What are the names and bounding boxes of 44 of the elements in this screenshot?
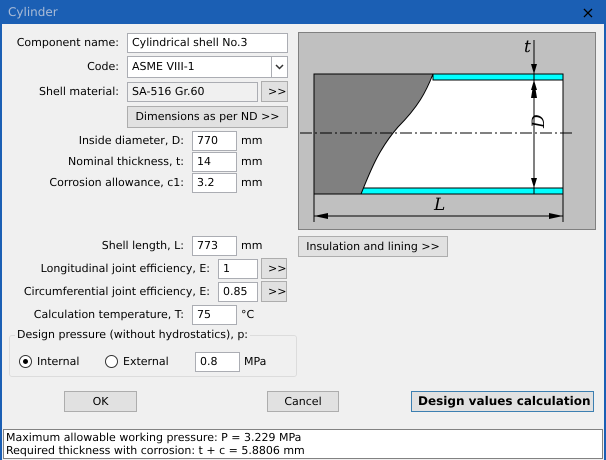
value-field[interactable]: 75 [192,304,237,324]
chevron-icon [275,64,284,70]
unit-label: mm [240,155,262,168]
value-field[interactable]: 770 [192,130,237,150]
code-dropdown[interactable]: ASME VIII-1 [127,56,288,78]
field-label: Shell material: [38,85,120,98]
unit-label: °C [240,308,254,321]
component-name-field[interactable]: Cylindrical shell No.3 [127,32,288,52]
field-label: Corrosion allowance, c1: [48,176,185,189]
field-label: Nominal thickness, t: [67,155,185,168]
unit-label: mm [240,239,262,252]
field-label: Longitudinal joint efficiency, E: [40,262,211,275]
field-label: Circumferential joint efficiency, E: [22,285,211,298]
lookup-button[interactable]: >> [261,258,287,279]
dialog-button[interactable]: Cancel [267,390,339,412]
length-label: L [434,195,446,215]
result-line: Maximum allowable working pressure: P = 3.229 MPa [6,431,302,444]
field-label: Component name: [16,36,120,49]
material-field[interactable]: SA-516 Gr.60 [127,82,258,102]
insulation-button[interactable]: Insulation and lining >> [298,236,448,257]
value-field[interactable]: 3.2 [192,172,237,192]
field-label: Shell length, L: [100,239,185,252]
radio-option[interactable]: Internal [19,355,105,368]
unit-label: MPa [243,355,266,368]
value-field[interactable]: 14 [192,152,237,172]
field-label: Code: [86,60,120,73]
radio-option[interactable]: External [105,355,195,368]
pressure-field[interactable]: 0.8 [195,352,240,372]
window-title: Cylinder [8,5,58,19]
value-field[interactable]: 0.85 [218,282,258,302]
thickness-label: t [524,37,531,57]
group-title: Design pressure (without hydrostatics), p: [15,328,250,341]
field-label: Inside diameter, D: [78,134,185,147]
dialog-button[interactable]: OK [64,390,137,412]
unit-label: mm [240,176,262,189]
result-line: Required thickness with corrosion: t + c = 5.8806 mm [6,444,306,457]
dimensions-button[interactable]: Dimensions as per ND >> [127,106,288,128]
value-field[interactable]: 1 [218,258,258,278]
calculate-button[interactable]: Design values calculation [411,390,594,412]
lookup-button[interactable]: >> [261,281,287,302]
field-label: Calculation temperature, T: [32,308,185,321]
unit-label: mm [240,134,262,147]
value-field[interactable]: 773 [192,236,237,256]
material-button[interactable]: >> [261,81,288,102]
